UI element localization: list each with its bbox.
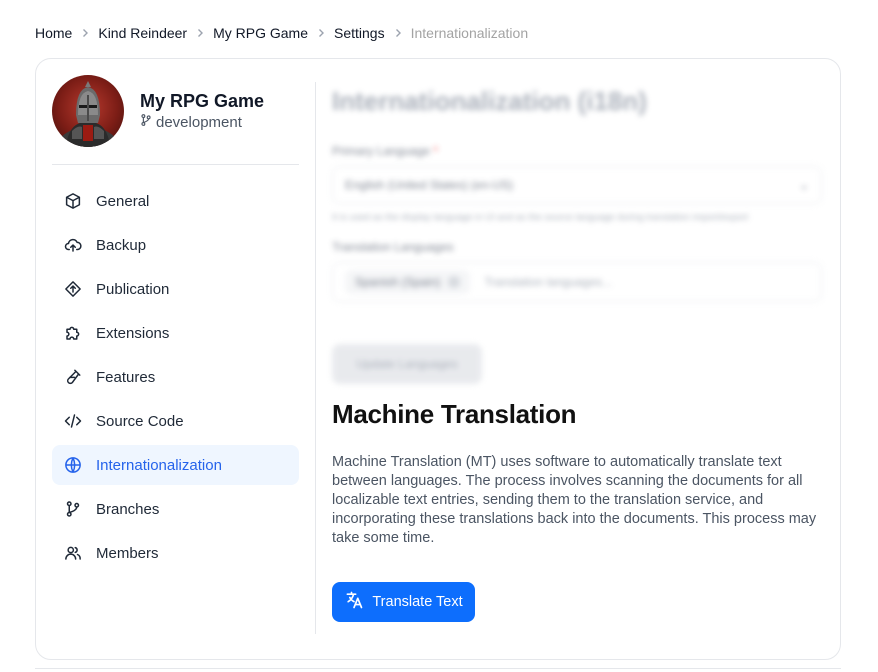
puzzle-icon [63, 323, 83, 343]
breadcrumb-workspace[interactable]: Kind Reindeer [98, 25, 187, 41]
sidebar-item-label: Features [96, 368, 156, 386]
sidebar-item-label: Source Code [96, 412, 184, 430]
sidebar-item-members[interactable]: Members [52, 533, 299, 573]
cube-icon [63, 191, 83, 211]
sidebar-item-label: Extensions [96, 324, 170, 342]
chevron-right-icon [315, 27, 327, 39]
sidebar-item-publication[interactable]: Publication [52, 269, 299, 309]
sidebar-item-branches[interactable]: Branches [52, 489, 299, 529]
chevron-right-icon [194, 27, 206, 39]
sidebar-item-general[interactable]: General [52, 181, 299, 221]
breadcrumb-project[interactable]: My RPG Game [213, 25, 308, 41]
primary-language-help: It is used as the display language in UI… [332, 212, 749, 223]
translate-text-label: Translate Text [372, 594, 463, 610]
knight-avatar [52, 75, 124, 147]
breadcrumb-home[interactable]: Home [35, 25, 72, 41]
machine-translation-description: Machine Translation (MT) uses software t… [332, 454, 817, 546]
git-branch-icon [63, 499, 83, 519]
sidebar-item-label: Backup [96, 236, 147, 254]
diamond-arrow-icon [63, 279, 83, 299]
code-icon [63, 411, 83, 431]
project-name: My RPG Game [140, 91, 265, 111]
language-chip[interactable]: Spanish (Spain) [345, 270, 471, 294]
sidebar-item-source-code[interactable]: Source Code [52, 401, 299, 441]
breadcrumb: Home Kind Reindeer My RPG Game Settings … [35, 24, 528, 42]
sidebar-item-extensions[interactable]: Extensions [52, 313, 299, 353]
bottom-divider [35, 668, 841, 669]
column-divider [315, 82, 316, 634]
primary-language-label: Primary Language * [332, 144, 439, 158]
translation-languages-label: Translation Languages [332, 240, 454, 254]
translate-icon [344, 590, 364, 614]
sidebar-item-label: Internationalization [96, 456, 222, 474]
sidebar-item-label: Members [96, 544, 159, 562]
flask-icon [63, 367, 83, 387]
sidebar-item-features[interactable]: Features [52, 357, 299, 397]
machine-translation-title: Machine Translation [332, 399, 577, 429]
chevron-right-icon [79, 27, 91, 39]
git-branch-icon [139, 113, 153, 131]
settings-nav: General Backup Publication Extensions Fe… [52, 181, 299, 577]
sidebar-item-label: Branches [96, 500, 160, 518]
i18n-settings-section: Internationalization (i18n) Primary Lang… [332, 82, 824, 392]
sidebar-item-backup[interactable]: Backup [52, 225, 299, 265]
sidebar-item-label: General [96, 192, 150, 210]
chevron-right-icon [392, 27, 404, 39]
branch-name: development [156, 113, 242, 131]
cloud-upload-icon [63, 235, 83, 255]
translate-text-button[interactable]: Translate Text [332, 582, 475, 622]
chevron-down-icon: ⌄ [798, 178, 809, 192]
sidebar-item-internationalization[interactable]: Internationalization [52, 445, 299, 485]
translation-languages-input[interactable]: Spanish (Spain) Translation languages... [332, 262, 822, 302]
primary-language-value: English (United States) (en-US) [345, 178, 514, 192]
page-title: Internationalization (i18n) [332, 86, 647, 116]
sidebar-divider [52, 164, 299, 165]
breadcrumb-settings[interactable]: Settings [334, 25, 385, 41]
breadcrumb-current: Internationalization [410, 25, 529, 41]
update-languages-button[interactable]: Update Languages [332, 344, 482, 384]
primary-language-select[interactable]: English (United States) (en-US) ⌄ [332, 166, 822, 204]
project-branch[interactable]: development [139, 113, 242, 131]
users-icon [63, 543, 83, 563]
sidebar-item-label: Publication [96, 280, 170, 298]
globe-icon [63, 455, 83, 475]
close-icon[interactable] [448, 276, 461, 288]
translation-languages-placeholder: Translation languages... [484, 275, 613, 289]
